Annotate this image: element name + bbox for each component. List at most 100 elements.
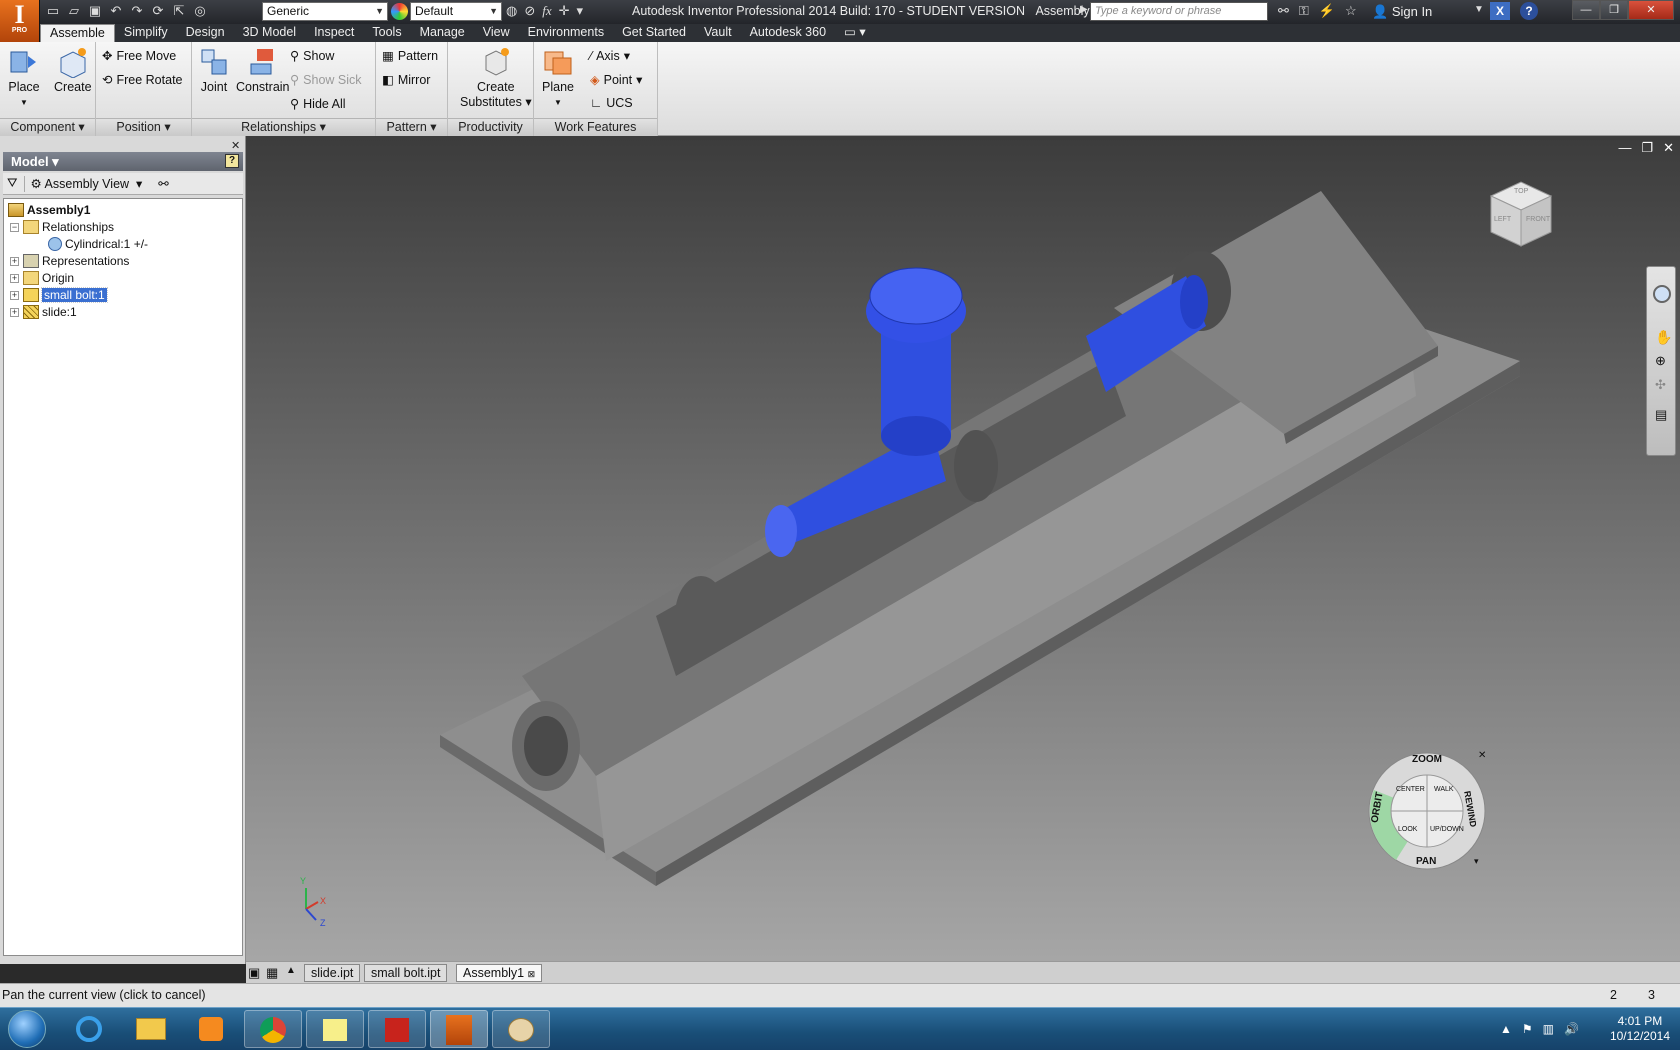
wheel-walk[interactable]: WALK <box>1434 786 1454 793</box>
ribbon-options-icon[interactable]: ▭ ▾ <box>835 24 875 42</box>
viewcube[interactable]: TOP LEFT FRONT <box>1486 178 1556 250</box>
appearance-combo[interactable]: Generic ▼ <box>262 2 388 21</box>
save-icon[interactable]: ▣ <box>86 2 104 20</box>
look-at-icon[interactable]: ▤ <box>1655 407 1667 423</box>
tree-node-small-bolt[interactable]: + small bolt:1 <box>10 286 108 304</box>
orbit-icon[interactable]: ✣ <box>1655 377 1666 393</box>
close-icon[interactable]: ✕ <box>1478 750 1486 761</box>
position-panel-label[interactable]: Position ▾ <box>96 118 191 136</box>
wheel-center[interactable]: CENTER <box>1396 786 1425 793</box>
free-move-button[interactable]: ✥ Free Move <box>102 48 176 64</box>
customize-icon[interactable]: ▾ <box>577 3 584 19</box>
adjust-icon[interactable]: ◍ <box>506 3 517 19</box>
open-icon[interactable]: ▱ <box>65 2 83 20</box>
restore-button[interactable]: ❐ <box>1600 0 1628 20</box>
wheel-zoom[interactable]: ZOOM <box>1412 754 1442 765</box>
expand-arrow-icon[interactable]: ▶ <box>1080 4 1088 15</box>
expand-icon[interactable]: + <box>10 307 19 317</box>
select-icon[interactable]: ⇱ <box>170 2 188 20</box>
hide-all-button[interactable]: ⚲ Hide All <box>290 96 346 112</box>
browser-header[interactable]: Model ▾ ? <box>3 152 243 171</box>
measure-icon[interactable]: ✛ <box>559 3 570 19</box>
binoculars-icon[interactable]: ⚯ <box>1278 3 1289 19</box>
satellite-icon[interactable]: ⚡ <box>1319 3 1335 19</box>
clock[interactable]: 4:01 PM 10/12/2014 <box>1610 1014 1670 1044</box>
pan-icon[interactable]: ✋ <box>1655 329 1672 346</box>
application-menu-button[interactable]: I PRO <box>0 0 40 42</box>
paint-icon[interactable] <box>492 1010 550 1048</box>
plane-button[interactable]: Plane ▼ <box>542 46 574 108</box>
pattern-button[interactable]: ▦ Pattern <box>382 48 438 64</box>
minimize-button[interactable]: — <box>1572 0 1600 20</box>
tab-tools[interactable]: Tools <box>363 24 410 42</box>
close-icon[interactable]: ⊠ <box>528 969 536 979</box>
tab-autodesk-360[interactable]: Autodesk 360 <box>741 24 835 42</box>
action-center-icon[interactable]: ⚑ <box>1522 1022 1533 1036</box>
filter-icon[interactable]: ⛛ <box>7 176 18 191</box>
undo-icon[interactable]: ↶ <box>107 2 125 20</box>
expand-icon[interactable]: + <box>10 290 19 300</box>
sticky-notes-icon[interactable] <box>306 1010 364 1048</box>
tab-view[interactable]: View <box>474 24 519 42</box>
joint-button[interactable]: Joint <box>198 46 230 94</box>
star-icon[interactable]: ☆ <box>1345 3 1357 19</box>
doc-tab-slide[interactable]: slide.ipt <box>304 964 361 982</box>
file-explorer-icon[interactable] <box>122 1010 180 1048</box>
tree-node-origin[interactable]: + Origin <box>10 269 74 287</box>
clear-override-icon[interactable]: ⊘ <box>524 3 535 19</box>
properties-icon[interactable]: ◎ <box>191 2 209 20</box>
sign-in-button[interactable]: 👤 Sign In <box>1372 4 1432 20</box>
search-input[interactable]: Type a keyword or phrase <box>1090 2 1268 21</box>
mirror-button[interactable]: ◧ Mirror <box>382 72 430 88</box>
network-icon[interactable]: ▥ <box>1543 1022 1554 1036</box>
fx-icon[interactable]: fx <box>542 3 551 19</box>
material-combo[interactable]: Default ▼ <box>410 2 502 21</box>
tab-get-started[interactable]: Get Started <box>613 24 695 42</box>
doc-tab-small-bolt[interactable]: small bolt.ipt <box>364 964 448 982</box>
tab-inspect[interactable]: Inspect <box>305 24 363 42</box>
place-button[interactable]: Place ▼ <box>8 46 40 108</box>
wheel-look[interactable]: LOOK <box>1398 826 1417 833</box>
exchange-icon[interactable]: X <box>1490 2 1510 20</box>
ucs-button[interactable]: ∟ UCS <box>590 96 633 110</box>
tree-node-relationships[interactable]: − Relationships <box>10 218 114 236</box>
tab-3d-model[interactable]: 3D Model <box>234 24 306 42</box>
volume-icon[interactable]: 🔊 <box>1564 1022 1579 1036</box>
slide-part[interactable] <box>440 191 1520 886</box>
axis-button[interactable]: ⁄ Axis ▾ <box>590 48 630 64</box>
tab-design[interactable]: Design <box>177 24 234 42</box>
point-button[interactable]: ◈ Point ▾ <box>590 72 642 88</box>
media-player-icon[interactable] <box>182 1010 240 1048</box>
component-panel-label[interactable]: Component ▾ <box>0 118 95 136</box>
close-button[interactable]: ✕ <box>1628 0 1674 20</box>
chevron-down-icon[interactable]: ▾ <box>1474 856 1479 867</box>
tab-assemble[interactable]: Assemble <box>40 24 115 42</box>
zoom-icon[interactable]: ⊕ <box>1655 353 1666 369</box>
inventor-taskbar-icon[interactable] <box>430 1010 488 1048</box>
graphics-viewport[interactable]: — ❐ ✕ TOP LEFT FRONT ✋ ⊕ ✣ ▤ ZOOM ORBIT … <box>246 136 1680 961</box>
viewcube-top[interactable]: TOP <box>1514 188 1528 195</box>
pattern-panel-label[interactable]: Pattern ▾ <box>376 118 447 136</box>
viewcube-front[interactable]: FRONT <box>1526 216 1550 223</box>
internet-explorer-icon[interactable] <box>60 1010 118 1048</box>
steering-wheel[interactable]: ZOOM ORBIT PAN REWIND CENTER WALK LOOK U… <box>1366 750 1488 872</box>
expand-icon[interactable]: + <box>10 273 19 283</box>
tree-node-slide[interactable]: + slide:1 <box>10 303 77 321</box>
assembly-view-dropdown[interactable]: ⚙ Assembly View ▾ <box>31 176 143 191</box>
tab-environments[interactable]: Environments <box>519 24 613 42</box>
help-icon[interactable]: ? <box>225 154 239 168</box>
find-icon[interactable]: ⚯ <box>158 176 168 191</box>
collapse-icon[interactable]: − <box>10 222 19 232</box>
viewcube-left[interactable]: LEFT <box>1494 216 1511 223</box>
tile-icon[interactable]: ▣ <box>248 965 260 981</box>
create-substitutes-button[interactable]: Create Substitutes ▾ <box>460 46 532 109</box>
wheel-pan[interactable]: PAN <box>1416 856 1436 867</box>
redo-icon[interactable]: ↷ <box>128 2 146 20</box>
color-wheel-icon[interactable] <box>391 3 408 20</box>
relationships-panel-label[interactable]: Relationships ▾ <box>192 118 375 136</box>
wheel-up-down[interactable]: UP/DOWN <box>1430 826 1464 833</box>
close-icon[interactable]: ✕ <box>231 139 240 152</box>
start-button[interactable] <box>8 1010 46 1048</box>
chrome-icon[interactable] <box>244 1010 302 1048</box>
new-icon[interactable]: ▭ <box>44 2 62 20</box>
